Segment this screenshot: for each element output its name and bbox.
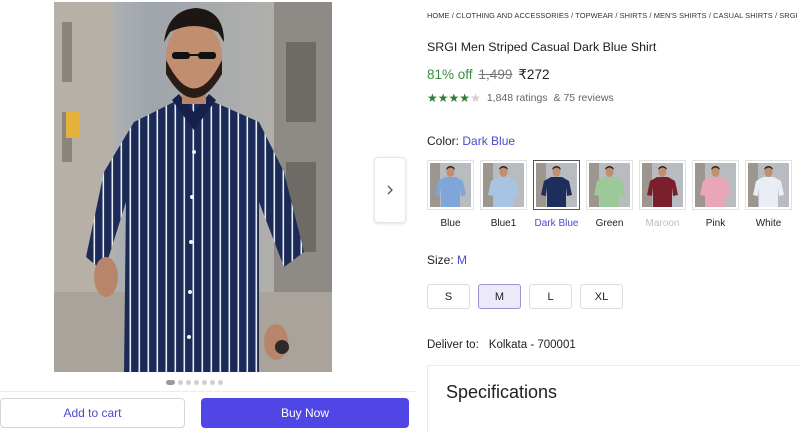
star-icon: ★	[427, 91, 438, 105]
rating-row: ★ ★ ★ ★ ★ 1,848 ratings & 75 reviews	[427, 92, 614, 104]
color-option-label: White	[755, 218, 782, 229]
color-option-label: Pink	[705, 218, 726, 229]
gallery-next-button[interactable]	[374, 157, 406, 223]
color-thumbnail	[692, 160, 739, 210]
size-label: Size: M	[427, 253, 467, 267]
selected-color: Dark Blue	[462, 134, 516, 148]
gallery-dot[interactable]	[210, 380, 215, 385]
rating-stars: ★ ★ ★ ★ ★	[427, 92, 481, 104]
color-thumbnail	[427, 160, 474, 210]
breadcrumb-item[interactable]: SRGI	[779, 11, 797, 20]
gallery-dot[interactable]	[178, 380, 183, 385]
gallery-dots	[166, 380, 223, 385]
divider	[0, 391, 415, 392]
product-page: Add to cart Buy Now HOME / CLOTHING AND …	[0, 0, 800, 433]
breadcrumb-item[interactable]: SHIRTS	[620, 11, 648, 20]
add-to-cart-button[interactable]: Add to cart	[0, 398, 185, 428]
size-label-text: Size:	[427, 253, 454, 267]
star-icon: ★	[437, 91, 449, 105]
color-option[interactable]: Blue1	[480, 160, 527, 229]
deliver-to-label: Deliver to:	[427, 339, 479, 351]
color-option-label: Dark Blue	[534, 218, 579, 229]
color-label-text: Color:	[427, 134, 460, 148]
size-option[interactable]: M	[478, 284, 521, 309]
star-icon: ★	[470, 91, 481, 105]
color-thumbnail	[586, 160, 633, 210]
gallery-dot[interactable]	[194, 380, 199, 385]
product-gallery: Add to cart Buy Now	[0, 0, 415, 433]
gallery-dot[interactable]	[186, 380, 191, 385]
chevron-right-icon	[386, 182, 394, 198]
selected-size: M	[457, 253, 468, 267]
size-option[interactable]: S	[427, 284, 470, 309]
breadcrumb-item[interactable]: MEN'S SHIRTS	[654, 11, 707, 20]
specifications-title: Specifications	[446, 382, 558, 402]
breadcrumb-item[interactable]: CASUAL SHIRTS	[713, 11, 773, 20]
reviews-count[interactable]: & 75 reviews	[554, 92, 614, 104]
color-option-label: Blue1	[490, 218, 517, 229]
color-thumbnail	[639, 160, 686, 210]
color-option[interactable]: White	[745, 160, 792, 229]
color-thumbnail	[533, 160, 580, 210]
buy-now-button[interactable]: Buy Now	[201, 398, 409, 428]
delivery-location[interactable]: Kolkata - 700001	[489, 339, 576, 351]
breadcrumb-item[interactable]: HOME	[427, 11, 450, 20]
selling-price: ₹272	[518, 67, 550, 82]
original-price: 1,499	[478, 67, 513, 82]
color-label: Color: Dark Blue	[427, 134, 515, 148]
gallery-dot[interactable]	[218, 380, 223, 385]
color-option-label: Blue	[440, 218, 461, 229]
ratings-count[interactable]: 1,848 ratings	[487, 92, 548, 104]
gallery-dot[interactable]	[202, 380, 207, 385]
price-row: 81% off 1,499 ₹272	[427, 67, 549, 83]
color-option[interactable]: Pink	[692, 160, 739, 229]
color-option[interactable]: Blue	[427, 160, 474, 229]
color-thumbnail	[745, 160, 792, 210]
breadcrumb-item[interactable]: TOPWEAR	[575, 11, 613, 20]
star-icon: ★	[448, 91, 460, 105]
discount-badge: 81% off	[427, 67, 473, 82]
product-main-image[interactable]	[54, 2, 332, 372]
color-option[interactable]: Green	[586, 160, 633, 229]
size-options: S M L XL	[427, 284, 623, 309]
star-icon: ★	[459, 91, 471, 105]
color-thumbnail	[480, 160, 527, 210]
color-option-label: Green	[595, 218, 624, 229]
delivery-row: Deliver to: Kolkata - 700001	[427, 339, 576, 351]
product-title: SRGI Men Striped Casual Dark Blue Shirt	[427, 40, 657, 54]
size-option[interactable]: L	[529, 284, 572, 309]
color-option-label: Maroon	[645, 218, 680, 229]
breadcrumb: HOME / CLOTHING AND ACCESSORIES / TOPWEA…	[427, 11, 798, 20]
color-option[interactable]: Dark Blue	[533, 160, 580, 229]
gallery-dot[interactable]	[166, 380, 175, 385]
specifications-card: Specifications	[427, 365, 800, 433]
color-option[interactable]: Maroon	[639, 160, 686, 229]
size-option[interactable]: XL	[580, 284, 623, 309]
breadcrumb-item[interactable]: CLOTHING AND ACCESSORIES	[456, 11, 569, 20]
color-swatches: Blue Blue1 Dark Blue Green Maroon Pink White	[427, 160, 792, 229]
